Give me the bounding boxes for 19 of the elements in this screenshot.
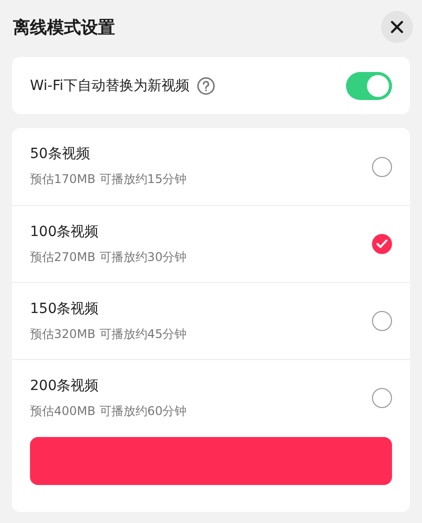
option-detail: 预估170MB 可播放约15分钟 <box>30 171 188 188</box>
option-detail: 预估400MB 可播放约60分钟 <box>30 402 188 420</box>
close-icon <box>390 20 404 34</box>
radio-button[interactable] <box>372 311 392 331</box>
setting-label: Wi-Fi下自动替换为新视频 <box>30 76 190 94</box>
help-icon[interactable] <box>197 76 216 94</box>
option-detail: 预估320MB 可播放约45分钟 <box>30 326 188 342</box>
option-title: 200条视频 <box>30 376 100 394</box>
option-title: 100条视频 <box>30 222 100 240</box>
toggle-switch[interactable] <box>346 72 392 100</box>
radio-button[interactable] <box>372 156 392 176</box>
radio-button[interactable] <box>372 234 392 254</box>
option-detail: 预估270MB 可播放约30分钟 <box>30 248 188 266</box>
close-button[interactable] <box>381 11 413 43</box>
option-title: 50条视频 <box>30 145 91 163</box>
option-title: 150条视频 <box>30 300 100 318</box>
check-icon <box>376 239 388 249</box>
radio-button[interactable] <box>372 388 392 408</box>
dialog-title: 离线模式设置 <box>12 16 115 38</box>
